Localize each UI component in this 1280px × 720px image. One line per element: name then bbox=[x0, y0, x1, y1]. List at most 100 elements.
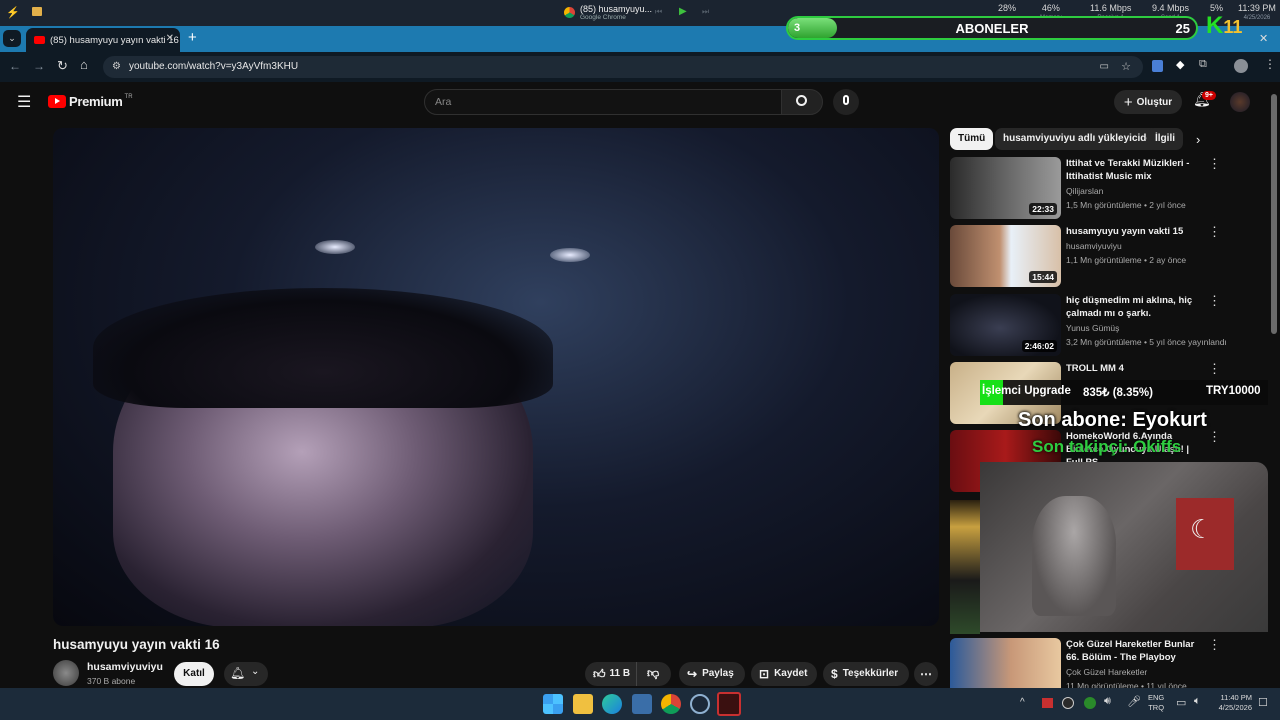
chip-from-uploader[interactable]: husamviyuviyu adlı yükleyiciden bbox=[995, 128, 1167, 150]
channel-avatar[interactable] bbox=[53, 660, 79, 686]
edge-icon[interactable] bbox=[602, 694, 622, 714]
site-info-icon[interactable]: ⚙ bbox=[112, 56, 121, 78]
video-light-glow bbox=[315, 240, 355, 254]
language-indicator[interactable]: ENG TRQ bbox=[1148, 693, 1164, 713]
join-button[interactable]: Katıl bbox=[174, 662, 214, 686]
windows-start-icon[interactable] bbox=[543, 694, 563, 714]
volume-icon[interactable]: 🔊︎ bbox=[1104, 695, 1111, 708]
recommendation-channel[interactable]: husamviyuviyu bbox=[1066, 241, 1122, 251]
steam-icon[interactable] bbox=[690, 694, 710, 714]
store-icon[interactable] bbox=[632, 694, 652, 714]
dislike-button[interactable]: 👎︎ bbox=[637, 661, 659, 687]
recommendation-thumbnail[interactable]: 22:33 bbox=[950, 157, 1061, 219]
recommendation-item[interactable]: 2:46:02 hiç düşmedim mi aklına, hiç çalm… bbox=[950, 294, 1227, 356]
new-tab-button[interactable]: + bbox=[188, 29, 197, 46]
recommendation-title[interactable]: Çok Güzel Hareketler Bunlar 66. Bölüm - … bbox=[1066, 638, 1204, 664]
stream-logo-number: 11 bbox=[1223, 17, 1243, 37]
media-app: Google Chrome bbox=[580, 14, 626, 21]
extensions-puzzle-icon[interactable]: ⧉ bbox=[1199, 58, 1207, 71]
youtube-page: ☰ Premium TR Ara + Oluştur 🔔︎ 9+ Tümü hu… bbox=[0, 82, 1280, 700]
recommendation-title[interactable]: husamyuyu yayın vakti 15 bbox=[1066, 225, 1204, 238]
like-button[interactable]: 👍︎ 11 B bbox=[585, 662, 637, 686]
more-actions-icon[interactable]: ⋮ bbox=[1208, 294, 1221, 307]
extension-icon[interactable] bbox=[1152, 60, 1163, 72]
chip-all[interactable]: Tümü bbox=[950, 128, 994, 150]
profile-avatar[interactable] bbox=[1234, 59, 1248, 73]
video-duration: 15:44 bbox=[1029, 271, 1057, 283]
youtube-logo[interactable]: Premium TR bbox=[48, 94, 133, 109]
bookmark-star-icon[interactable]: ☆ bbox=[1121, 56, 1131, 78]
share-label: Paylaş bbox=[702, 668, 734, 679]
video-player[interactable] bbox=[53, 128, 939, 626]
more-actions-icon[interactable]: ⋮ bbox=[1208, 430, 1221, 443]
cast-icon[interactable]: ▭ bbox=[1100, 56, 1109, 78]
tab-title: (85) husamyuyu yayın vakti 16 bbox=[50, 34, 179, 46]
chip-related[interactable]: İlgili bbox=[1147, 128, 1183, 150]
forward-icon[interactable]: → bbox=[33, 59, 45, 73]
more-actions-icon[interactable]: ⋮ bbox=[1208, 362, 1221, 375]
folder-icon bbox=[32, 7, 42, 16]
recommendation-title[interactable]: TROLL MM 4 bbox=[1066, 362, 1204, 375]
network-icon[interactable]: ▭ bbox=[1176, 696, 1186, 709]
notification-center-icon[interactable]: ☐ bbox=[1258, 696, 1268, 709]
taskbar-clock[interactable]: 11:40 PM 4/25/2026 bbox=[1212, 693, 1252, 713]
account-avatar[interactable] bbox=[1230, 92, 1250, 112]
recommendation-channel[interactable]: Çok Güzel Hareketler bbox=[1066, 667, 1147, 677]
media-next-icon[interactable]: ⏭ bbox=[702, 7, 709, 17]
home-icon[interactable]: ⌂ bbox=[80, 57, 88, 72]
file-explorer-icon[interactable] bbox=[573, 694, 593, 714]
overlay-close-icon[interactable]: ✕ bbox=[1259, 32, 1268, 45]
recommendation-thumbnail[interactable] bbox=[950, 500, 980, 634]
send-value: 9.4 Mbps bbox=[1152, 3, 1190, 13]
extension-diamond-icon[interactable]: ◆ bbox=[1176, 58, 1184, 71]
like-dislike-group: 👍︎ 11 B 👎︎ bbox=[585, 662, 671, 686]
tray-app-icon[interactable] bbox=[1084, 697, 1096, 709]
tray-app-icon[interactable] bbox=[1042, 698, 1053, 708]
tray-chevron-icon[interactable]: ^ bbox=[1020, 697, 1025, 708]
browser-menu-icon[interactable]: ⋮ bbox=[1264, 57, 1276, 71]
create-button[interactable]: + Oluştur bbox=[1114, 90, 1182, 114]
hamburger-menu-icon[interactable]: ☰ bbox=[17, 92, 31, 112]
reload-icon[interactable]: ↻ bbox=[57, 58, 68, 74]
tray-app-icon[interactable] bbox=[1062, 697, 1074, 709]
webcam-flag: ☾ bbox=[1176, 498, 1234, 570]
back-icon[interactable]: ← bbox=[9, 59, 21, 73]
recommendation-channel[interactable]: Yunus Gümüş bbox=[1066, 323, 1119, 333]
more-actions-icon[interactable]: ⋮ bbox=[1208, 225, 1221, 238]
more-actions-icon[interactable]: ⋮ bbox=[1208, 157, 1221, 170]
more-actions-button[interactable]: ⋯ bbox=[914, 662, 938, 686]
recommendation-channel[interactable]: Qilijarslan bbox=[1066, 186, 1103, 196]
tab-close-icon[interactable]: ✕ bbox=[166, 33, 174, 44]
channel-name[interactable]: husamviyuviyu bbox=[87, 661, 163, 673]
recommendation-thumbnail[interactable]: 2:46:02 bbox=[950, 294, 1061, 356]
chips-next-icon[interactable]: › bbox=[1196, 132, 1200, 147]
thumbs-up-icon: 👍︎ bbox=[593, 667, 606, 681]
tab-search-button[interactable]: ⌄ bbox=[3, 30, 21, 47]
share-button[interactable]: ↪ Paylaş bbox=[679, 662, 745, 686]
address-bar[interactable]: ⚙ youtube.com/watch?v=y3AyVfm3KHU ▭ ☆ bbox=[103, 56, 1143, 78]
speaker-icon[interactable]: 🔈︎ bbox=[1194, 695, 1201, 708]
thanks-button[interactable]: $ Teşekkürler bbox=[823, 662, 909, 686]
save-button[interactable]: ⊡ Kaydet bbox=[751, 662, 817, 686]
recommendation-item[interactable]: 22:33 Ittihat ve Terakki Müzikleri - Itt… bbox=[950, 157, 1221, 219]
page-scrollbar[interactable] bbox=[1271, 94, 1277, 334]
microphone-tray-icon[interactable]: 🎤︎ bbox=[1127, 695, 1141, 708]
recommendation-title[interactable]: hiç düşmedim mi aklına, hiç çalmadı mı o… bbox=[1066, 294, 1204, 320]
media-prev-icon[interactable]: ⏮ bbox=[655, 7, 662, 17]
search-box[interactable]: Ara bbox=[424, 89, 782, 115]
chrome-taskbar-icon[interactable] bbox=[661, 694, 681, 714]
media-play-icon[interactable]: ▶ bbox=[679, 6, 687, 17]
obs-icon[interactable] bbox=[717, 692, 741, 716]
subscribe-bell-button[interactable]: 🔔︎ ⌄ bbox=[224, 662, 268, 686]
thanks-icon: $ bbox=[831, 667, 838, 681]
search-button[interactable] bbox=[781, 89, 823, 115]
language-code: ENG bbox=[1148, 693, 1165, 702]
recommendation-item[interactable]: 15:44 husamyuyu yayın vakti 15 husamviyu… bbox=[950, 225, 1221, 287]
recommendation-title[interactable]: Ittihat ve Terakki Müzikleri - Ittihatis… bbox=[1066, 157, 1204, 183]
search-input[interactable]: Ara bbox=[435, 96, 451, 108]
voice-search-button[interactable] bbox=[833, 89, 859, 115]
share-icon: ↪ bbox=[687, 667, 698, 681]
more-actions-icon[interactable]: ⋮ bbox=[1208, 638, 1221, 651]
tab-active[interactable]: (85) husamyuyu yayın vakti 16 ✕ bbox=[26, 28, 180, 52]
recommendation-thumbnail[interactable]: 15:44 bbox=[950, 225, 1061, 287]
